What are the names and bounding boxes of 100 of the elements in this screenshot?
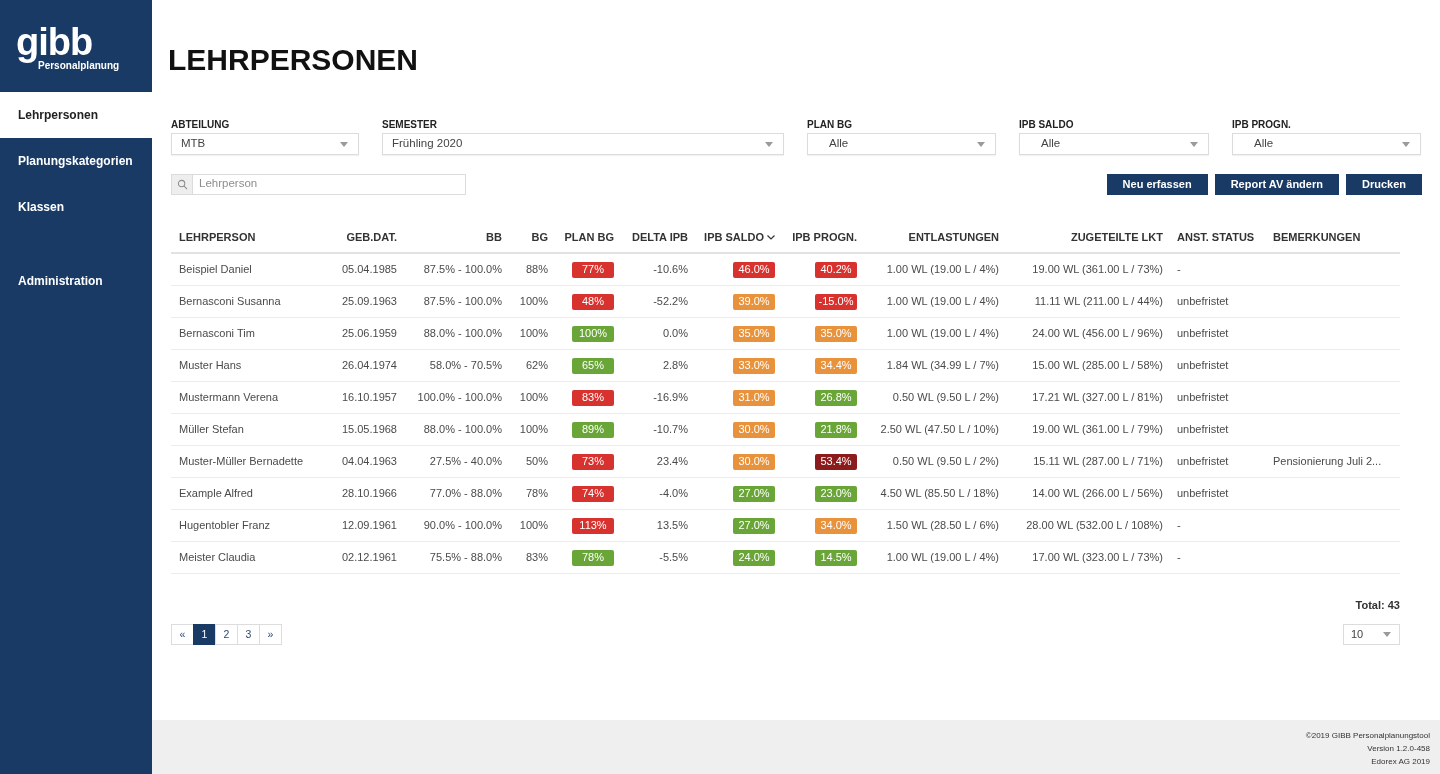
table-cell-text: -52.2% — [653, 294, 688, 310]
percentage-badge: 21.8% — [815, 421, 857, 438]
filter-label: SEMESTER — [382, 118, 437, 131]
table-cell-text: unbefristet — [1177, 422, 1229, 438]
action-button[interactable]: Drucken — [1345, 173, 1422, 195]
table-cell-text: 17.21 WL (327.00 L / 81%) — [1032, 390, 1163, 406]
dropdown[interactable]: Alle — [807, 133, 996, 155]
column-header[interactable]: BG — [531, 228, 548, 246]
table-cell-text: Mustermann Verena — [179, 390, 279, 406]
table-cell-text: Bernasconi Susanna — [179, 294, 281, 310]
table-cell-text: unbefristet — [1177, 486, 1229, 502]
table-cell-text: 1.00 WL (19.00 L / 4%) — [886, 294, 999, 310]
table-cell-text: Muster-Müller Bernadette — [179, 454, 304, 470]
percentage-badge: 33.0% — [733, 357, 775, 374]
table-cell-text: 50% — [525, 454, 548, 470]
percentage-badge: -15.0% — [815, 293, 857, 310]
page-link[interactable]: 3 — [237, 624, 260, 645]
table-cell-text: 13.5% — [656, 518, 688, 534]
column-header[interactable]: IPB SALDO — [704, 228, 775, 246]
table-cell-text: 27.5% - 40.0% — [429, 454, 502, 470]
table-cell-text: 16.10.1957 — [341, 390, 397, 406]
page-link[interactable]: 1 — [193, 624, 216, 645]
table-cell-text: 19.00 WL (361.00 L / 73%) — [1032, 262, 1163, 278]
table-cell-text: 15.11 WL (287.00 L / 71%) — [1033, 454, 1163, 470]
column-header[interactable]: GEB.DAT. — [346, 228, 397, 246]
table-cell-text: 19.00 WL (361.00 L / 79%) — [1032, 422, 1163, 438]
caret-down-icon — [765, 141, 773, 147]
page-link[interactable]: 2 — [215, 624, 238, 645]
column-header[interactable]: ANST. STATUS — [1177, 228, 1255, 246]
table-cell-text: 1.84 WL (34.99 L / 7%) — [886, 358, 999, 374]
page-size-dropdown[interactable]: 10 — [1343, 624, 1400, 645]
nav-item[interactable]: Klassen — [0, 184, 152, 230]
page-link[interactable]: » — [259, 624, 282, 645]
percentage-badge: 77% — [572, 261, 614, 278]
dropdown[interactable]: Alle — [1232, 133, 1421, 155]
table-cell-text: 87.5% - 100.0% — [423, 262, 502, 278]
dropdown[interactable]: Alle — [1019, 133, 1209, 155]
column-header[interactable]: IPB PROGN. — [792, 228, 857, 246]
percentage-badge: 24.0% — [733, 549, 775, 566]
table-cell-text: Example Alfred — [179, 486, 253, 502]
filter-label: PLAN BG — [807, 118, 852, 131]
table-cell-text: - — [1177, 518, 1181, 534]
percentage-badge: 35.0% — [815, 325, 857, 342]
percentage-badge: 30.0% — [733, 421, 775, 438]
caret-down-icon — [1190, 141, 1198, 147]
caret-down-icon — [340, 141, 348, 147]
percentage-badge: 100% — [572, 325, 614, 342]
page-link[interactable]: « — [171, 624, 194, 645]
table-cell-text: 88.0% - 100.0% — [423, 326, 502, 342]
search-field[interactable]: Lehrperson — [193, 173, 466, 195]
column-header[interactable]: DELTA IPB — [632, 228, 688, 246]
dropdown[interactable]: MTB — [171, 133, 359, 155]
percentage-badge: 83% — [572, 389, 614, 406]
logo-subtitle: Personalplanung — [38, 60, 120, 72]
action-button[interactable]: Neu erfassen — [1106, 173, 1208, 195]
table-cell-text: Meister Claudia — [179, 550, 256, 566]
table-cell-text: 04.04.1963 — [341, 454, 397, 470]
table-cell-text: 1.50 WL (28.50 L / 6%) — [886, 518, 999, 534]
filter-label: IPB PROGN. — [1232, 118, 1291, 131]
table-cell-text: -4.0% — [659, 486, 688, 502]
table-cell-text: 100% — [519, 294, 548, 310]
percentage-badge: 74% — [572, 485, 614, 502]
column-header[interactable]: BEMERKUNGEN — [1273, 228, 1361, 246]
percentage-badge: 31.0% — [733, 389, 775, 406]
table-cell-text: 12.09.1961 — [341, 518, 397, 534]
table-cell-text: 4.50 WL (85.50 L / 18%) — [880, 486, 999, 502]
column-header[interactable]: ENTLASTUNGEN — [908, 228, 999, 246]
table-cell-text: Muster Hans — [179, 358, 242, 374]
column-header[interactable]: LEHRPERSON — [179, 228, 256, 246]
table-cell-text: 1.00 WL (19.00 L / 4%) — [886, 262, 999, 278]
table-cell-text: 23.4% — [656, 454, 688, 470]
percentage-badge: 39.0% — [733, 293, 775, 310]
table-cell-text: Müller Stefan — [179, 422, 244, 438]
table-cell-text: -10.7% — [653, 422, 688, 438]
percentage-badge: 34.4% — [815, 357, 857, 374]
percentage-badge: 53.4% — [815, 453, 857, 470]
action-button[interactable]: Report AV ändern — [1214, 173, 1339, 195]
table-cell-text: 11.11 WL (211.00 L / 44%) — [1034, 294, 1163, 310]
nav-item[interactable]: Lehrpersonen — [0, 92, 152, 138]
table-cell-text: 2.8% — [662, 358, 688, 374]
table-cell-text: 75.5% - 88.0% — [429, 550, 502, 566]
percentage-badge: 27.0% — [733, 517, 775, 534]
column-header[interactable]: BB — [486, 228, 502, 246]
nav-item[interactable]: Planungskategorien — [0, 138, 152, 184]
table-cell-text: 88.0% - 100.0% — [423, 422, 502, 438]
dropdown[interactable]: Frühling 2020 — [382, 133, 784, 155]
table-cell-text: 90.0% - 100.0% — [423, 518, 502, 534]
table-cell-text: 15.00 WL (285.00 L / 58%) — [1032, 358, 1163, 374]
footer-text: Edorex AG 2019 — [1371, 756, 1430, 768]
table-cell-text: 1.00 WL (19.00 L / 4%) — [886, 550, 999, 566]
percentage-badge: 73% — [572, 453, 614, 470]
column-header[interactable]: PLAN BG — [564, 228, 614, 246]
nav-item[interactable]: Administration — [0, 258, 152, 304]
table-cell-text: 100% — [519, 518, 548, 534]
table-cell-text: 100% — [519, 390, 548, 406]
chevron-down-icon — [767, 234, 775, 240]
column-header[interactable]: ZUGETEILTE LKT — [1070, 228, 1163, 246]
table-cell-text: 02.12.1961 — [341, 550, 397, 566]
table-cell-text: 87.5% - 100.0% — [423, 294, 502, 310]
table-cell-text: - — [1177, 550, 1181, 566]
